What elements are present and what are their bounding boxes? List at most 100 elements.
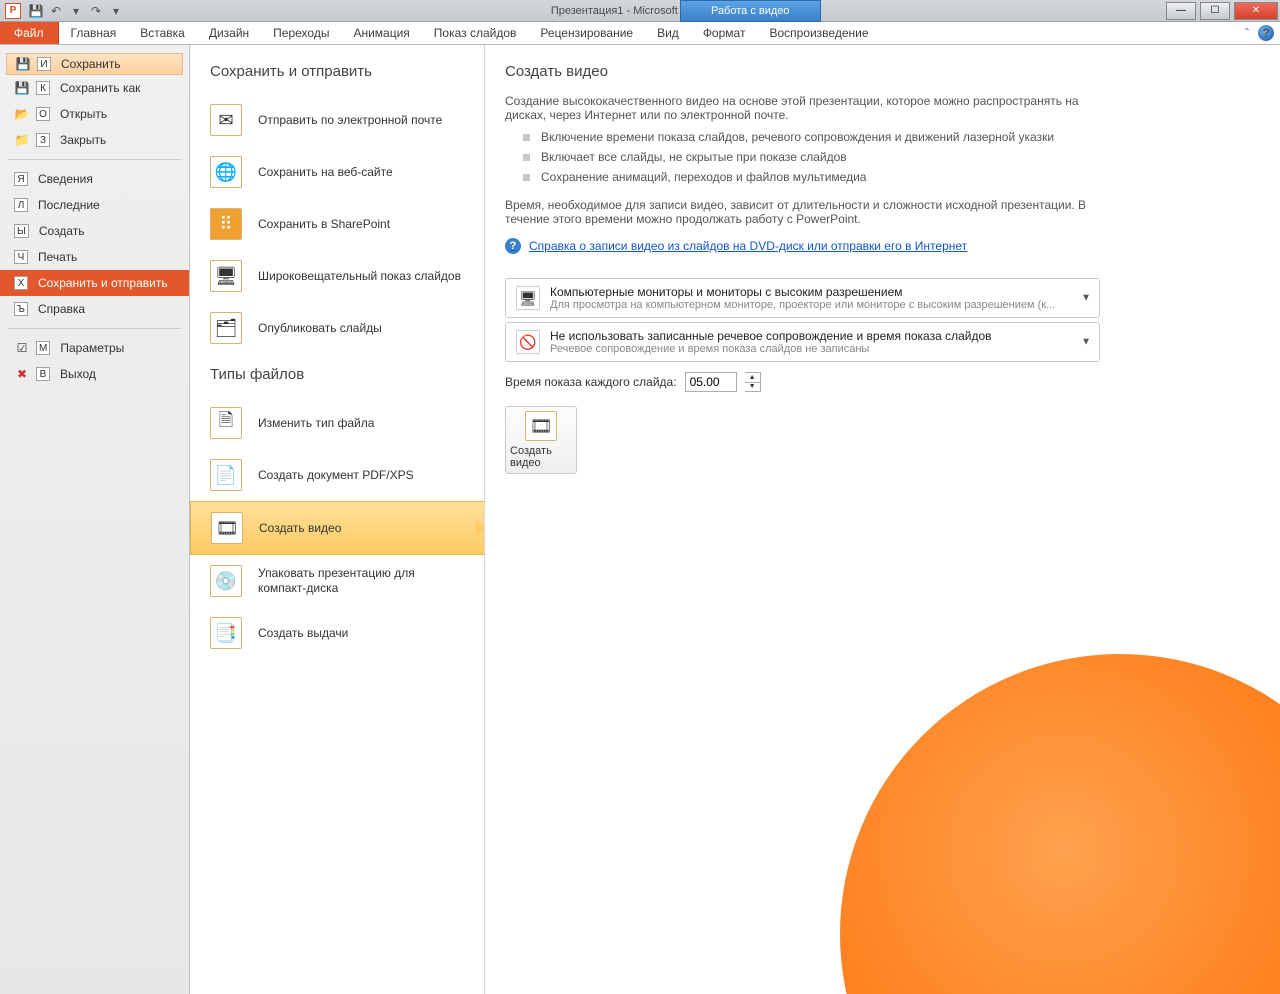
sidebar-label: Открыть: [60, 107, 107, 121]
handouts-icon: 📑: [210, 617, 242, 649]
sidebar-help[interactable]: Ъ Справка: [0, 296, 189, 322]
tab-home[interactable]: Главная: [59, 22, 129, 44]
sidebar-new[interactable]: Ы Создать: [0, 218, 189, 244]
tab-slideshow[interactable]: Показ слайдов: [422, 22, 529, 44]
key-tip: Я: [14, 172, 28, 186]
tab-design[interactable]: Дизайн: [197, 22, 261, 44]
option-label: Создать документ PDF/XPS: [258, 468, 414, 483]
redo-icon[interactable]: ↷: [88, 3, 104, 19]
option-package-cd[interactable]: 💿 Упаковать презентацию для компакт-диск…: [190, 555, 484, 607]
undo-drop-icon[interactable]: ▾: [68, 3, 84, 19]
narration-dropdown[interactable]: 🚫 Не использовать записанные речевое соп…: [505, 322, 1100, 362]
option-publish-slides[interactable]: 🗂 Опубликовать слайды: [190, 302, 484, 354]
tab-transitions[interactable]: Переходы: [261, 22, 341, 44]
key-tip: К: [36, 81, 50, 95]
sidebar-label: Сохранить и отправить: [38, 276, 168, 290]
sidebar-save[interactable]: 💾 И Сохранить: [6, 53, 183, 75]
options-icon: ☑: [14, 340, 30, 356]
share-options-column: Сохранить и отправить ✉ Отправить по эле…: [190, 45, 485, 994]
option-create-pdf[interactable]: 📄 Создать документ PDF/XPS: [190, 449, 484, 501]
dropdown-title: Компьютерные мониторы и мониторы с высок…: [550, 285, 1055, 299]
help-icon[interactable]: ?: [1258, 25, 1274, 41]
dropdown-sub: Для просмотра на компьютерном мониторе, …: [550, 299, 1055, 311]
file-tab[interactable]: Файл: [0, 22, 59, 44]
tab-view[interactable]: Вид: [645, 22, 691, 44]
option-create-video[interactable]: 🎞 Создать видео: [190, 501, 484, 555]
sidebar-label: Справка: [38, 302, 85, 316]
button-label: Создать видео: [510, 445, 572, 469]
ribbon-minimize-icon[interactable]: ˆ: [1239, 25, 1255, 41]
help-link[interactable]: ? Справка о записи видео из слайдов на D…: [505, 238, 967, 254]
duration-spinner[interactable]: ▲ ▼: [745, 372, 761, 392]
minimize-button[interactable]: —: [1166, 2, 1196, 20]
close-button[interactable]: ✕: [1234, 2, 1278, 20]
panel-note: Время, необходимое для записи видео, зав…: [505, 198, 1095, 226]
feature-list: Включение времени показа слайдов, речево…: [523, 130, 1260, 184]
tab-insert[interactable]: Вставка: [128, 22, 197, 44]
sidebar-options[interactable]: ☑ М Параметры: [0, 335, 189, 361]
key-tip: Л: [14, 198, 28, 212]
option-change-filetype[interactable]: 🗎 Изменить тип файла: [190, 397, 484, 449]
create-video-button[interactable]: 🎞 Создать видео: [505, 406, 577, 474]
sidebar-open[interactable]: 📂 О Открыть: [0, 101, 189, 127]
undo-icon[interactable]: ↶: [48, 3, 64, 19]
contextual-tab-video[interactable]: Работа с видео: [680, 0, 821, 22]
tab-review[interactable]: Рецензирование: [528, 22, 645, 44]
exit-icon: ✖: [14, 366, 30, 382]
sidebar-label: Последние: [38, 198, 100, 212]
quick-access-toolbar: P 💾 ↶ ▾ ↷ ▾: [0, 3, 124, 19]
save-icon[interactable]: 💾: [28, 3, 44, 19]
title-bar: P 💾 ↶ ▾ ↷ ▾ Презентация1 - Microsoft Pow…: [0, 0, 1280, 22]
maximize-button[interactable]: ☐: [1200, 2, 1230, 20]
option-label: Сохранить в SharePoint: [258, 217, 390, 232]
option-create-handouts[interactable]: 📑 Создать выдачи: [190, 607, 484, 659]
tab-format[interactable]: Формат: [691, 22, 758, 44]
tab-playback[interactable]: Воспроизведение: [757, 22, 880, 44]
option-send-email[interactable]: ✉ Отправить по электронной почте: [190, 94, 484, 146]
narration-icon: 🚫: [516, 330, 540, 354]
folder-close-icon: 📁: [14, 132, 30, 148]
sidebar-label: Выход: [60, 367, 96, 381]
save-as-icon: 💾: [14, 80, 30, 96]
chevron-down-icon: ▼: [1081, 293, 1091, 304]
spinner-down-icon[interactable]: ▼: [745, 383, 760, 392]
dropdown-sub: Речевое сопровождение и время показа сла…: [550, 343, 992, 355]
option-label: Широковещательный показ слайдов: [258, 269, 461, 284]
key-tip: Ч: [14, 250, 28, 264]
sidebar-print[interactable]: Ч Печать: [0, 244, 189, 270]
slide-duration-input[interactable]: [685, 372, 737, 392]
sidebar-save-as[interactable]: 💾 К Сохранить как: [0, 75, 189, 101]
filetype-icon: 🗎: [210, 407, 242, 439]
sidebar-label: Сведения: [38, 172, 93, 186]
sidebar-save-send[interactable]: Х Сохранить и отправить: [0, 270, 189, 296]
key-tip: З: [36, 133, 50, 147]
app-icon: P: [5, 3, 21, 19]
section-heading: Сохранить и отправить: [190, 63, 484, 94]
option-label: Опубликовать слайды: [258, 321, 382, 336]
slide-duration-row: Время показа каждого слайда: ▲ ▼: [505, 372, 1260, 392]
sidebar-info[interactable]: Я Сведения: [0, 166, 189, 192]
sidebar-exit[interactable]: ✖ В Выход: [0, 361, 189, 387]
key-tip: Х: [14, 276, 28, 290]
chevron-down-icon: ▼: [1081, 337, 1091, 348]
publish-icon: 🗂: [210, 312, 242, 344]
key-tip: Ъ: [14, 302, 28, 316]
key-tip: И: [37, 57, 51, 71]
resolution-dropdown[interactable]: 🖥 Компьютерные мониторы и мониторы с выс…: [505, 278, 1100, 318]
sidebar-recent[interactable]: Л Последние: [0, 192, 189, 218]
panel-intro: Создание высококачественного видео на ос…: [505, 94, 1095, 122]
save-disk-icon: 💾: [15, 56, 31, 72]
globe-icon: 🌐: [210, 156, 242, 188]
help-link-text: Справка о записи видео из слайдов на DVD…: [529, 239, 967, 253]
title-center: Презентация1 - Microsoft PowerPoint: [124, 5, 1164, 17]
backstage-sidebar: 💾 И Сохранить 💾 К Сохранить как 📂 О Откр…: [0, 45, 190, 994]
key-tip: В: [36, 367, 50, 381]
qat-customize-icon[interactable]: ▾: [108, 3, 124, 19]
spinner-up-icon[interactable]: ▲: [745, 373, 760, 383]
option-save-sharepoint[interactable]: ⠿ Сохранить в SharePoint: [190, 198, 484, 250]
sidebar-label: Параметры: [60, 341, 124, 355]
option-save-web[interactable]: 🌐 Сохранить на веб-сайте: [190, 146, 484, 198]
tab-animation[interactable]: Анимация: [341, 22, 421, 44]
option-broadcast[interactable]: 🖥 Широковещательный показ слайдов: [190, 250, 484, 302]
sidebar-close[interactable]: 📁 З Закрыть: [0, 127, 189, 153]
